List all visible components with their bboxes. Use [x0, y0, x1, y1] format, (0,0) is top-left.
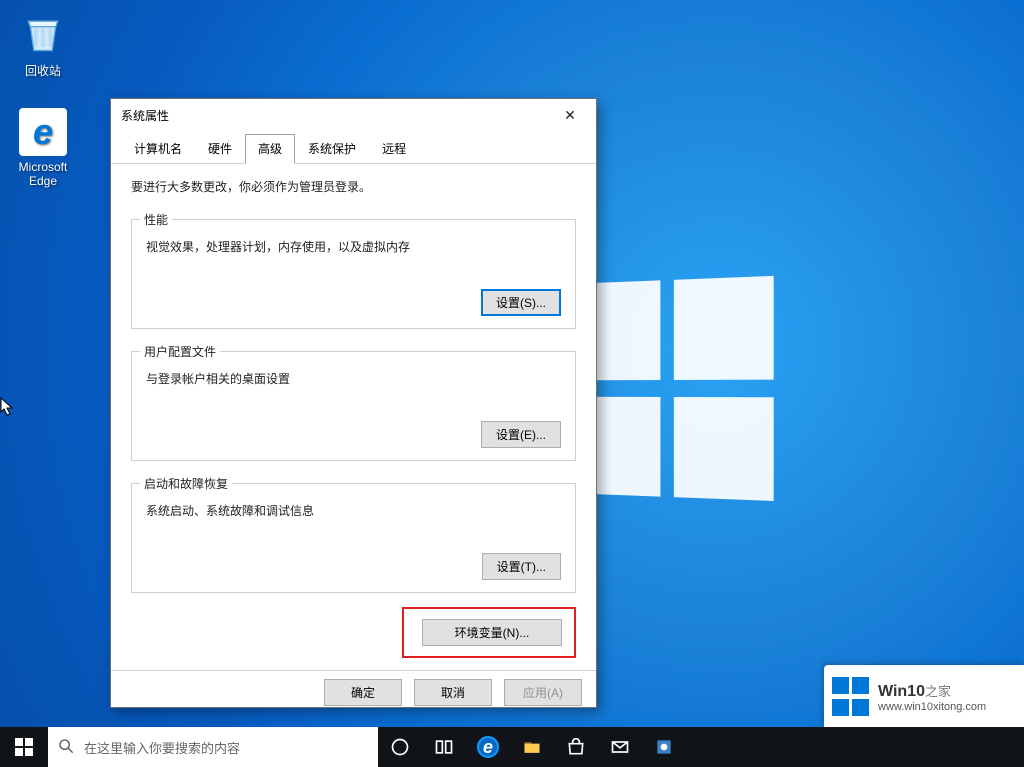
tab-advanced[interactable]: 高级	[245, 134, 295, 164]
ok-button[interactable]: 确定	[324, 679, 402, 706]
group-user-profile: 用户配置文件 与登录帐户相关的桌面设置 设置(E)...	[131, 343, 576, 461]
taskbar-cortana[interactable]	[378, 727, 422, 767]
recycle-bin-icon	[19, 10, 67, 58]
environment-variables-button[interactable]: 环境变量(N)...	[422, 619, 562, 646]
dialog-titlebar[interactable]: 系统属性 ✕	[111, 99, 596, 131]
performance-settings-button[interactable]: 设置(S)...	[481, 289, 561, 316]
apply-button[interactable]: 应用(A)	[504, 679, 582, 706]
tab-strip: 计算机名 硬件 高级 系统保护 远程	[111, 131, 596, 164]
system-properties-dialog: 系统属性 ✕ 计算机名 硬件 高级 系统保护 远程 要进行大多数更改，你必须作为…	[110, 98, 597, 708]
taskbar-search[interactable]: 在这里输入你要搜索的内容	[48, 727, 378, 767]
group-startup-text: 系统启动、系统故障和调试信息	[146, 502, 561, 519]
taskbar-store[interactable]	[554, 727, 598, 767]
close-button[interactable]: ✕	[548, 100, 592, 130]
tab-hardware[interactable]: 硬件	[195, 134, 245, 163]
desktop-icon-edge[interactable]: e Microsoft Edge	[6, 108, 80, 189]
env-var-row: 环境变量(N)...	[131, 607, 576, 658]
windows-logo-icon	[15, 738, 33, 756]
watermark-brand-en: Win10	[878, 683, 925, 700]
group-performance-text: 视觉效果，处理器计划，内存使用，以及虚拟内存	[146, 238, 561, 255]
tab-system-protection[interactable]: 系统保护	[295, 134, 369, 163]
dialog-body: 要进行大多数更改，你必须作为管理员登录。 性能 视觉效果，处理器计划，内存使用，…	[111, 164, 596, 670]
group-startup-legend: 启动和故障恢复	[140, 475, 232, 492]
group-performance: 性能 视觉效果，处理器计划，内存使用，以及虚拟内存 设置(S)...	[131, 211, 576, 329]
group-user-profile-text: 与登录帐户相关的桌面设置	[146, 370, 561, 387]
desktop-icon-label: 回收站	[6, 62, 80, 79]
group-user-profile-legend: 用户配置文件	[140, 343, 220, 360]
taskbar-file-explorer[interactable]	[510, 727, 554, 767]
edge-icon: e	[19, 108, 67, 156]
watermark-badge: Win10之家 www.win10xitong.com	[824, 665, 1024, 729]
userprofile-settings-button[interactable]: 设置(E)...	[481, 421, 561, 448]
desktop-icon-label: Microsoft Edge	[6, 160, 80, 189]
startup-settings-button[interactable]: 设置(T)...	[482, 553, 561, 580]
search-placeholder: 在这里输入你要搜索的内容	[84, 738, 240, 757]
taskbar-taskview[interactable]	[422, 727, 466, 767]
watermark-logo-icon	[832, 677, 872, 717]
start-button[interactable]	[0, 727, 48, 767]
dialog-title: 系统属性	[121, 107, 548, 124]
group-performance-legend: 性能	[140, 211, 172, 228]
highlight-annotation: 环境变量(N)...	[402, 607, 576, 658]
tab-computer-name[interactable]: 计算机名	[121, 134, 195, 163]
dialog-footer: 确定 取消 应用(A)	[111, 671, 596, 716]
watermark-brand-cn: 之家	[925, 684, 951, 699]
cancel-button[interactable]: 取消	[414, 679, 492, 706]
tab-remote[interactable]: 远程	[369, 134, 419, 163]
desktop-icon-recycle-bin[interactable]: 回收站	[6, 10, 80, 79]
taskbar-mail[interactable]	[598, 727, 642, 767]
wallpaper-windows-logo	[568, 276, 780, 505]
close-icon: ✕	[564, 107, 576, 124]
group-startup: 启动和故障恢复 系统启动、系统故障和调试信息 设置(T)...	[131, 475, 576, 593]
search-icon	[58, 738, 74, 757]
taskbar-app-pinned[interactable]	[642, 727, 686, 767]
cursor-icon	[0, 397, 14, 417]
instruction-text: 要进行大多数更改，你必须作为管理员登录。	[131, 178, 576, 195]
taskbar: 在这里输入你要搜索的内容 e	[0, 727, 1024, 767]
desktop: 回收站 e Microsoft Edge 系统属性 ✕ 计算机名 硬件 高级 系…	[0, 0, 1024, 767]
watermark-url: www.win10xitong.com	[878, 701, 986, 713]
taskbar-edge[interactable]: e	[466, 727, 510, 767]
